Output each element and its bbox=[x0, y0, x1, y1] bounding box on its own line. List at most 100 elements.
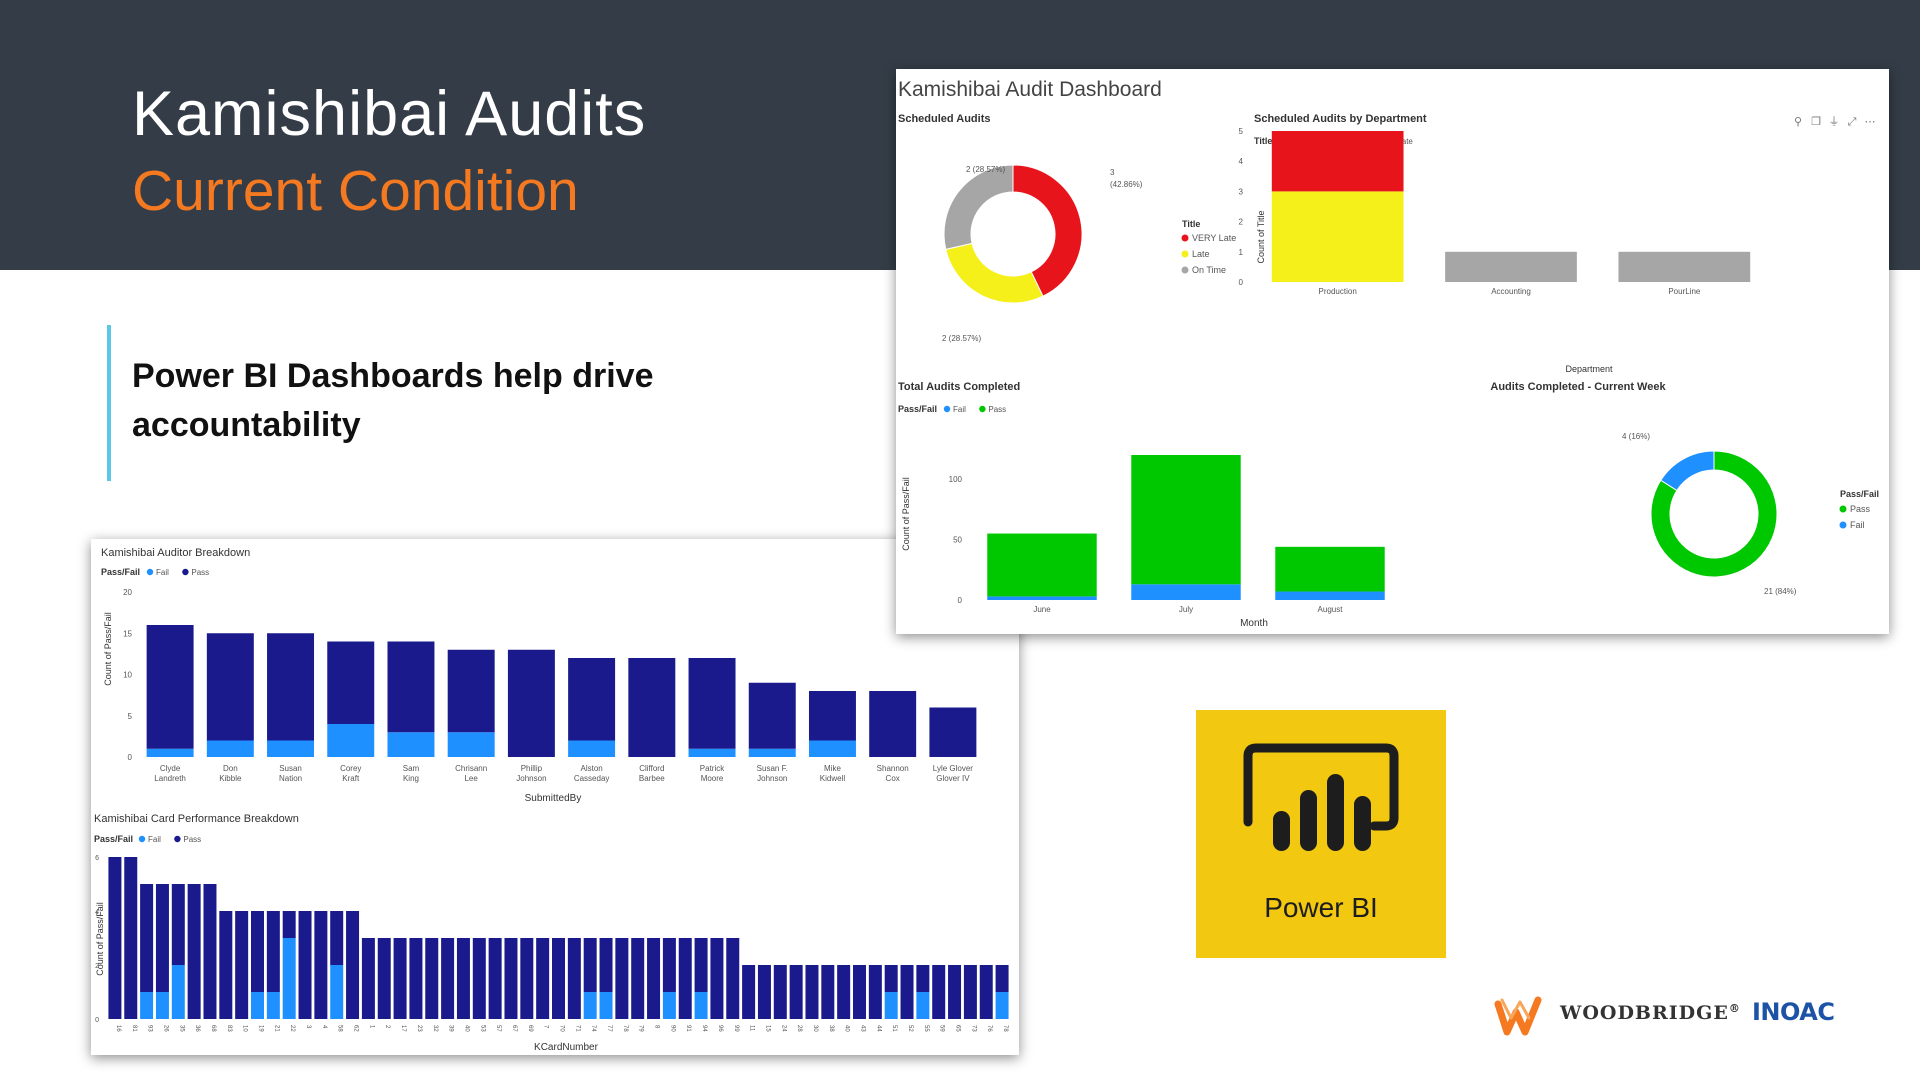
by-dept-y-axis-label: Count of Title bbox=[1256, 210, 1266, 263]
x-tick-label: 19 bbox=[258, 1025, 264, 1032]
bar-segment bbox=[628, 658, 676, 757]
bar-segment bbox=[140, 992, 154, 1019]
x-tick-label: 52 bbox=[907, 1025, 913, 1032]
bar-segment bbox=[726, 938, 740, 1019]
accent-bar bbox=[107, 325, 111, 481]
x-tick-label: 78 bbox=[622, 1025, 628, 1032]
x-tick-line: Corey bbox=[340, 764, 361, 773]
legend-label: VERY Late bbox=[1192, 233, 1236, 243]
bar-segment bbox=[869, 691, 917, 757]
bar-segment bbox=[694, 938, 708, 992]
bar-segment bbox=[805, 965, 819, 1019]
donut-slice bbox=[1660, 450, 1715, 492]
x-tick-line: Lyle Glover bbox=[933, 764, 974, 773]
y-tick-label: 10 bbox=[123, 671, 132, 680]
bar-segment bbox=[206, 740, 254, 757]
x-tick-label: 73 bbox=[970, 1025, 976, 1032]
legend-dot bbox=[1839, 505, 1847, 513]
bar-segment bbox=[694, 992, 708, 1019]
bar-segment bbox=[266, 992, 280, 1019]
x-tick-label: 90 bbox=[669, 1025, 675, 1032]
bar-segment bbox=[171, 884, 185, 965]
bar-segment bbox=[251, 911, 264, 992]
x-tick-line: Alston bbox=[580, 764, 602, 773]
x-tick-label: Patrick Moore bbox=[700, 764, 725, 783]
x-tick-line: King bbox=[403, 774, 419, 783]
x-tick-label: 69 bbox=[527, 1025, 533, 1032]
x-tick-label: 68 bbox=[210, 1025, 216, 1032]
x-tick-label: 99 bbox=[733, 1025, 739, 1032]
x-tick-label: 81 bbox=[131, 1025, 137, 1032]
x-tick-line: Susan F. bbox=[757, 764, 788, 773]
y-tick-label: 100 bbox=[949, 475, 963, 484]
legend-label: Pass bbox=[988, 405, 1006, 414]
x-tick-label: Susan Nation bbox=[279, 764, 302, 783]
bar-segment bbox=[567, 938, 581, 1019]
legend-label: Fail bbox=[148, 835, 161, 844]
bar-segment bbox=[330, 911, 344, 965]
total-completed-legend-title: Pass/Fail bbox=[898, 404, 937, 414]
audit-dashboard-canvas: Kamishibai Audit Dashboard ⚲ ❐ ⏚ ⤢ ⋯ Schedul… bbox=[898, 78, 1879, 629]
legend-label: Fail bbox=[1850, 520, 1865, 530]
donut-slice bbox=[943, 164, 1014, 250]
total-completed-x-axis-label: Month bbox=[1240, 618, 1268, 629]
legend-dot bbox=[1181, 234, 1189, 242]
visual-toolbar: ⚲ ❐ ⏚ ⤢ ⋯ bbox=[1794, 115, 1876, 128]
bar-segment bbox=[203, 884, 217, 1019]
bar-segment bbox=[583, 938, 597, 992]
x-tick-label: 10 bbox=[242, 1025, 248, 1032]
bar-segment bbox=[1271, 191, 1404, 282]
bar-segment bbox=[472, 938, 486, 1019]
inoac-logo: INOAC bbox=[1752, 998, 1835, 1026]
x-tick-label: 71 bbox=[574, 1025, 580, 1032]
bar-segment bbox=[387, 641, 435, 733]
x-tick-label: Phillip Johnson bbox=[516, 764, 546, 783]
x-tick-line: Glover IV bbox=[936, 774, 970, 783]
bar-segment bbox=[688, 658, 736, 749]
legend-dot bbox=[1181, 250, 1189, 258]
card-y-axis-label: Count of Pass/Fail bbox=[95, 902, 105, 976]
bar-segment bbox=[678, 938, 692, 1019]
bar-segment bbox=[647, 938, 661, 1019]
x-tick-line: Phillip bbox=[521, 764, 543, 773]
bar-segment bbox=[377, 938, 391, 1019]
y-tick-label: 3 bbox=[1239, 187, 1244, 196]
x-tick-line: Shannon bbox=[877, 764, 909, 773]
bar-segment bbox=[615, 938, 629, 1019]
bar-segment bbox=[821, 965, 835, 1019]
x-tick-label: 83 bbox=[226, 1025, 232, 1032]
bar-segment bbox=[504, 938, 518, 1019]
x-tick-line: Landreth bbox=[154, 774, 186, 783]
x-tick-line: Don bbox=[223, 764, 238, 773]
x-tick-label: 55 bbox=[923, 1025, 929, 1032]
x-tick-label: 40 bbox=[463, 1025, 469, 1032]
bar-segment bbox=[327, 641, 375, 724]
bar-segment bbox=[868, 965, 882, 1019]
bar-segment bbox=[662, 938, 676, 992]
key-point-text: Power BI Dashboards help drive accountab… bbox=[132, 357, 654, 444]
bar-segment bbox=[916, 965, 930, 992]
bar-segment bbox=[1131, 455, 1241, 585]
bar-segment bbox=[900, 965, 914, 1019]
x-tick-line: Clifford bbox=[639, 764, 664, 773]
x-tick-line: Mike bbox=[824, 764, 841, 773]
copy-icon: ❐ bbox=[1811, 116, 1821, 128]
bar-segment bbox=[187, 884, 201, 1019]
woodbridge-name: WOODBRIDGE bbox=[1560, 1002, 1729, 1024]
bar-segment bbox=[742, 965, 756, 1019]
x-tick-label: 58 bbox=[337, 1025, 343, 1032]
legend-dot bbox=[1181, 266, 1189, 274]
x-tick-line: Nation bbox=[279, 774, 302, 783]
woodbridge-wordmark: WOODBRIDGE® bbox=[1560, 1002, 1741, 1024]
bar-segment bbox=[330, 965, 344, 1019]
bar-segment bbox=[298, 911, 312, 1019]
dashboard-title: Kamishibai Audit Dashboard bbox=[898, 78, 1162, 101]
bar-segment bbox=[963, 965, 977, 1019]
powerbi-chart-icon bbox=[1243, 743, 1399, 851]
x-tick-label: Don Kibble bbox=[219, 764, 242, 783]
x-tick-line: Casseday bbox=[574, 774, 610, 783]
bar-segment bbox=[507, 649, 555, 757]
bar-segment bbox=[688, 748, 736, 757]
current-week-donut bbox=[1650, 450, 1778, 578]
bar-segment bbox=[932, 965, 946, 1019]
